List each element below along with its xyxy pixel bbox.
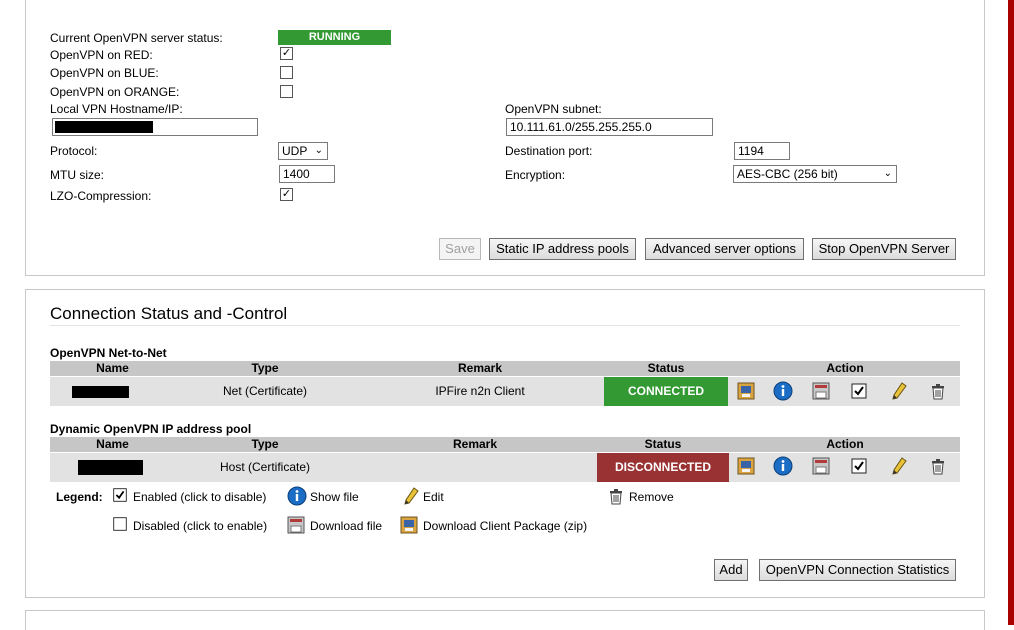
column-header-action: Action [826, 437, 864, 451]
enabled-checkbox-icon[interactable] [849, 381, 869, 401]
legend-enabled: Enabled (click to disable) [133, 490, 267, 504]
status-badge: CONNECTED [604, 377, 728, 406]
subnet-label: OpenVPN subnet: [505, 102, 602, 116]
download-client-package-icon[interactable] [736, 456, 756, 476]
encryption-select[interactable]: AES-CBC (256 bit) ⌄ [733, 165, 897, 183]
page-edge-bar [1008, 0, 1014, 625]
server-status-badge: RUNNING [278, 30, 391, 45]
connection-statistics-button[interactable]: OpenVPN Connection Statistics [759, 559, 956, 581]
destination-port-label: Destination port: [505, 144, 593, 158]
server-status-label: Current OpenVPN server status: [50, 31, 223, 45]
column-header-type: Type [251, 361, 279, 375]
mtu-label: MTU size: [50, 168, 104, 182]
column-header-status: Status [644, 437, 682, 451]
connections-title: Connection Status and -Control [50, 304, 288, 323]
redacted-connection-name [72, 386, 129, 398]
download-client-package-icon[interactable] [736, 381, 756, 401]
trash-icon [606, 486, 626, 506]
remove-icon[interactable] [928, 456, 948, 476]
openvpn-red-label: OpenVPN on RED: [50, 48, 153, 62]
legend-download-client: Download Client Package (zip) [423, 519, 588, 533]
net2net-heading: OpenVPN Net-to-Net [50, 346, 167, 360]
connection-type: Net (Certificate) [222, 384, 308, 398]
legend-edit: Edit [423, 490, 444, 504]
save-button[interactable]: Save [439, 238, 481, 260]
column-header-name: Name [96, 437, 129, 451]
column-header-action: Action [826, 361, 864, 375]
openvpn-blue-label: OpenVPN on BLUE: [50, 66, 159, 80]
encryption-label: Encryption: [505, 168, 566, 182]
static-ip-pools-button[interactable]: Static IP address pools [489, 238, 636, 260]
stop-openvpn-server-button[interactable]: Stop OpenVPN Server [812, 238, 956, 260]
pencil-icon [401, 486, 421, 506]
unchecked-box-icon [111, 515, 131, 535]
title-divider [50, 325, 960, 326]
subnet-input[interactable]: 10.111.61.0/255.255.255.0 [506, 118, 713, 136]
hostname-label: Local VPN Hostname/IP: [50, 102, 183, 116]
legend-remove: Remove [629, 490, 674, 504]
connection-type: Host (Certificate) [219, 460, 311, 474]
edit-icon[interactable] [889, 381, 909, 401]
lzo-label: LZO-Compression: [50, 189, 152, 203]
destination-port-input[interactable]: 1194 [734, 142, 790, 160]
openvpn-orange-label: OpenVPN on ORANGE: [50, 85, 180, 99]
checked-box-icon [111, 486, 131, 506]
mtu-input[interactable]: 1400 [279, 165, 335, 183]
legend-download-file: Download file [310, 519, 383, 533]
column-header-remark: Remark [457, 361, 503, 375]
remove-icon[interactable] [928, 381, 948, 401]
advanced-server-options-button[interactable]: Advanced server options [645, 238, 804, 260]
lzo-checkbox[interactable]: ✓ [280, 188, 293, 201]
openvpn-orange-checkbox[interactable] [280, 85, 293, 98]
info-icon [287, 486, 307, 506]
hostname-input[interactable] [52, 118, 258, 136]
protocol-select-value: UDP [282, 144, 308, 158]
openvpn-blue-checkbox[interactable] [280, 66, 293, 79]
package-icon [399, 515, 419, 535]
protocol-select[interactable]: UDP ⌄ [278, 142, 328, 160]
show-file-icon[interactable] [773, 381, 793, 401]
openvpn-red-checkbox[interactable]: ✓ [280, 47, 293, 60]
download-file-icon[interactable] [811, 381, 831, 401]
floppy-disk-icon [286, 515, 306, 535]
dynamic-pool-heading: Dynamic OpenVPN IP address pool [50, 422, 252, 436]
column-header-type: Type [251, 437, 279, 451]
enabled-checkbox-icon[interactable] [849, 456, 869, 476]
next-section-panel [25, 610, 985, 630]
redacted-connection-name [78, 460, 143, 475]
legend-disabled: Disabled (click to enable) [133, 519, 268, 533]
column-header-status: Status [647, 361, 685, 375]
status-badge: DISCONNECTED [597, 453, 729, 482]
download-file-icon[interactable] [811, 456, 831, 476]
edit-icon[interactable] [889, 456, 909, 476]
show-file-icon[interactable] [773, 456, 793, 476]
chevron-down-icon: ⌄ [883, 168, 892, 179]
encryption-select-value: AES-CBC (256 bit) [737, 167, 838, 181]
chevron-down-icon: ⌄ [314, 145, 323, 156]
redacted-hostname [55, 121, 153, 133]
legend-title: Legend: [56, 490, 103, 504]
column-header-remark: Remark [452, 437, 498, 451]
connection-remark: IPFire n2n Client [435, 384, 525, 398]
protocol-label: Protocol: [50, 144, 98, 158]
add-button[interactable]: Add [714, 559, 748, 581]
legend-show-file: Show file [310, 490, 359, 504]
column-header-name: Name [96, 361, 129, 375]
